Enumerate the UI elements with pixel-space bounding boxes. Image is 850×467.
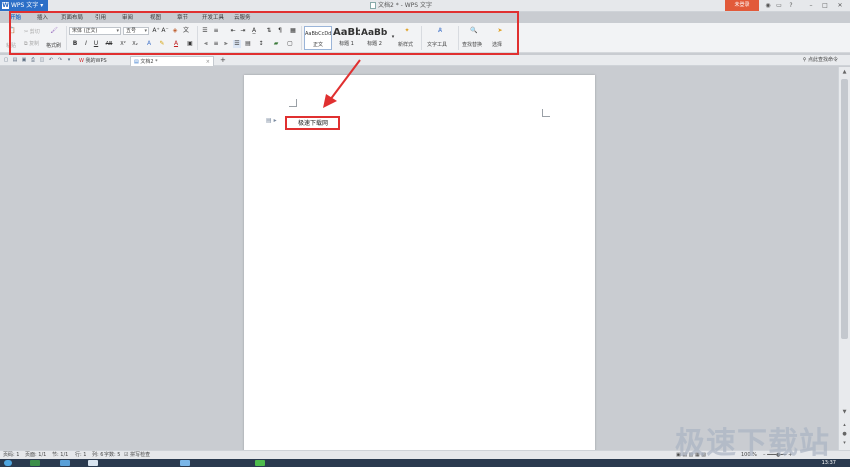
tab-label: 文档2 * — [140, 59, 158, 65]
status-pages[interactable]: 页面: 1/1 — [25, 451, 46, 459]
search-icon: ⚲ — [802, 57, 807, 63]
minimize-icon[interactable]: – — [805, 0, 817, 11]
status-section[interactable]: 节: 1/1 — [52, 451, 68, 459]
status-row[interactable]: 行: 1 — [75, 451, 86, 459]
print-icon[interactable]: ⎙ — [30, 57, 36, 63]
document-workspace[interactable]: 极速下载网 — [0, 67, 838, 455]
ribbon-annotation-box — [9, 11, 519, 55]
prev-page-icon[interactable]: ▴ — [840, 422, 849, 429]
status-page[interactable]: 页码: 1 — [3, 451, 19, 459]
taskbar-app-icon[interactable] — [60, 460, 70, 466]
select-browse-icon[interactable]: ● — [840, 431, 849, 438]
document-page[interactable]: 极速下载网 — [244, 75, 595, 455]
login-button[interactable]: 未登录 — [725, 0, 759, 11]
margin-corner — [542, 109, 550, 117]
status-col[interactable]: 列: 6 — [92, 451, 103, 459]
help-icon[interactable]: ? — [786, 0, 796, 11]
find-command-input[interactable]: ⚲ 点此查找命令 — [803, 55, 838, 66]
new-doc-icon[interactable]: ▢ — [3, 57, 9, 63]
spell-check-button[interactable]: ☑ 拼写检查 — [124, 451, 150, 459]
taskbar-app-icon[interactable] — [30, 460, 40, 466]
undo-icon[interactable]: ↶ — [48, 57, 54, 63]
maximize-icon[interactable]: □ — [819, 0, 831, 11]
scroll-up-icon[interactable]: ▲ — [840, 69, 849, 76]
add-tab-button[interactable]: + — [217, 56, 227, 66]
print-preview-icon[interactable]: ◫ — [39, 57, 45, 63]
paragraph-handle-icon[interactable]: ▤ ▸ — [266, 117, 277, 124]
app-menu-label: WPS 文字 — [11, 2, 39, 9]
taskbar-app-icon[interactable] — [255, 460, 265, 466]
vertical-scrollbar[interactable]: ▲ ▼ ▴ ● ▾ — [838, 67, 850, 450]
start-icon[interactable] — [4, 460, 12, 466]
tab-document-2[interactable]: ▤ 文档2 * × — [130, 56, 214, 66]
margin-corner — [289, 99, 297, 107]
wps-logo-icon: W — [2, 2, 9, 9]
tab-my-wps[interactable]: W 我的WPS — [76, 56, 128, 66]
window-title: 文档2 * - WPS 文字 — [370, 0, 432, 11]
scroll-thumb[interactable] — [841, 79, 848, 339]
text-annotation-box — [285, 116, 340, 130]
document-tab-bar: ▢ ▤ ▣ ⎙ ◫ ↶ ↷ ▾ W 我的WPS ▤ 文档2 * × + ⚲ 点此… — [0, 55, 850, 66]
taskbar-app-icon[interactable] — [88, 460, 98, 466]
app-menu-button[interactable]: W WPS 文字 ▾ — [0, 0, 48, 11]
wps-home-icon: W — [79, 58, 84, 64]
skin-icon[interactable]: ◉ — [763, 0, 773, 11]
status-words[interactable]: 字数: 5 — [104, 451, 120, 459]
open-icon[interactable]: ▤ — [12, 57, 18, 63]
save-icon[interactable]: ▣ — [21, 57, 27, 63]
document-icon: ▤ — [134, 59, 139, 65]
tab-label: 我的WPS — [85, 58, 107, 64]
close-tab-icon[interactable]: × — [206, 57, 210, 67]
feedback-icon[interactable]: ▭ — [774, 0, 784, 11]
scroll-down-icon[interactable]: ▼ — [840, 409, 849, 416]
customize-icon[interactable]: ▾ — [66, 57, 72, 63]
next-page-icon[interactable]: ▾ — [840, 440, 849, 447]
site-watermark: 极速下载站 — [675, 426, 830, 461]
taskbar-app-icon[interactable] — [180, 460, 190, 466]
find-command-label: 点此查找命令 — [807, 57, 838, 63]
document-icon — [370, 2, 376, 9]
spell-check-label: 拼写检查 — [130, 452, 151, 458]
close-icon[interactable]: ✕ — [834, 0, 846, 11]
spell-check-icon: ☑ — [124, 452, 129, 458]
window-title-text: 文档2 * - WPS 文字 — [378, 2, 432, 9]
redo-icon[interactable]: ↷ — [57, 57, 63, 63]
